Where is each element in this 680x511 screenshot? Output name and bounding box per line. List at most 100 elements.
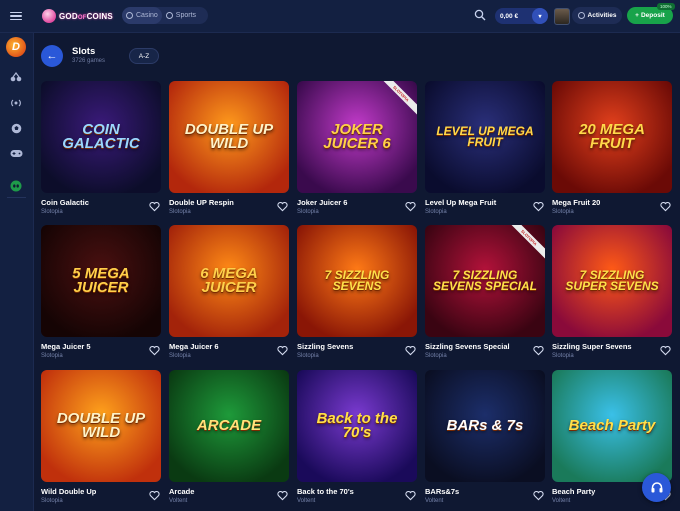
sidebar-logo[interactable]: D xyxy=(6,37,26,57)
logo-mascot-icon xyxy=(42,9,56,23)
game-card[interactable]: 7 SIZZLING SEVENS SPECIAL SLOTOPIA Sizzlin… xyxy=(425,225,545,365)
game-thumbnail[interactable]: 20 MEGA FRUIT xyxy=(552,81,672,193)
deposit-bonus-badge: 100% xyxy=(657,3,675,10)
game-art-title: 6 MEGA JUICER xyxy=(200,264,258,296)
game-name[interactable]: Coin Galactic xyxy=(41,198,89,207)
game-card[interactable]: 6 MEGA JUICER Mega Juicer 6 Slotopia xyxy=(169,225,289,365)
game-thumbnail[interactable]: Beach Party xyxy=(552,370,672,482)
slots-icon[interactable] xyxy=(9,70,23,84)
game-thumbnail[interactable]: ARCADE xyxy=(169,370,289,482)
headset-icon xyxy=(651,481,662,492)
favorite-heart-icon[interactable] xyxy=(149,201,160,212)
wallet-chevron-icon: ▾ xyxy=(532,8,548,24)
balance-amount: 0,00 € xyxy=(500,12,519,20)
game-name[interactable]: Wild Double Up xyxy=(41,487,96,496)
game-art-title: DOUBLE UP WILD xyxy=(184,120,274,152)
game-card[interactable]: DOUBLE UP WILD Double UP Respin Slotopia xyxy=(169,81,289,221)
alien-icon[interactable] xyxy=(9,179,23,193)
favorite-heart-icon[interactable] xyxy=(277,345,288,356)
favorite-heart-icon[interactable] xyxy=(405,490,416,501)
back-button[interactable]: ← xyxy=(41,45,63,67)
game-thumbnail[interactable]: 5 MEGA JUICER xyxy=(41,225,161,337)
game-name[interactable]: Sizzling Sevens Special xyxy=(425,342,510,351)
search-icon[interactable] xyxy=(474,9,486,21)
game-art-title: 7 SIZZLING SEVENS SPECIAL xyxy=(432,267,538,293)
favorite-heart-icon[interactable] xyxy=(149,490,160,501)
avatar[interactable] xyxy=(554,8,570,25)
favorite-heart-icon[interactable] xyxy=(149,345,160,356)
gamepad-icon[interactable] xyxy=(9,146,23,160)
game-thumbnail[interactable]: COIN GALACTIC xyxy=(41,81,161,193)
game-card[interactable]: DOUBLE UP WILD Wild Double Up Slotopia xyxy=(41,370,161,510)
game-name[interactable]: Sizzling Super Sevens xyxy=(552,342,632,351)
game-thumbnail[interactable]: DOUBLE UP WILD xyxy=(41,370,161,482)
game-name[interactable]: Sizzling Sevens xyxy=(297,342,353,351)
sort-az-button[interactable]: A-Z xyxy=(129,48,159,64)
game-card[interactable]: BARs & 7s BARs&7s Voltent xyxy=(425,370,545,510)
support-chat-button[interactable] xyxy=(642,473,671,502)
game-provider: Slotopia xyxy=(41,209,63,215)
game-thumbnail[interactable]: LEVEL UP MEGA FRUIT xyxy=(425,81,545,193)
site-logo[interactable]: GODOFCOINS xyxy=(42,7,113,25)
game-name[interactable]: Mega Fruit 20 xyxy=(552,198,600,207)
game-name[interactable]: Double UP Respin xyxy=(169,198,234,207)
game-art-title: BARs & 7s xyxy=(446,416,524,434)
balance-button[interactable]: 0,00 € ▾ xyxy=(495,8,548,24)
game-card[interactable]: 7 SIZZLING SEVENS Sizzling Sevens Slotopia xyxy=(297,225,417,365)
game-card[interactable]: 7 SIZZLING SUPER SEVENS Sizzling Super Se… xyxy=(552,225,672,365)
game-name[interactable]: Back to the 70's xyxy=(297,487,354,496)
favorite-heart-icon[interactable] xyxy=(533,201,544,212)
nav-casino[interactable]: Casino xyxy=(122,7,162,24)
game-art-title: COIN GALACTIC xyxy=(62,120,140,152)
game-card[interactable]: JOKER JUICER 6 SLOTOPIA Joker Juicer 6 Slot… xyxy=(297,81,417,221)
casino-icon xyxy=(126,12,133,19)
game-thumbnail[interactable]: 6 MEGA JUICER xyxy=(169,225,289,337)
game-name[interactable]: Beach Party xyxy=(552,487,595,496)
favorite-heart-icon[interactable] xyxy=(405,345,416,356)
game-thumbnail[interactable]: 7 SIZZLING SEVENS xyxy=(297,225,417,337)
arrow-left-icon: ← xyxy=(46,50,58,62)
football-icon[interactable] xyxy=(9,121,23,135)
game-card[interactable]: LEVEL UP MEGA FRUIT Level Up Mega Fruit Sl… xyxy=(425,81,545,221)
plus-icon: + xyxy=(635,12,639,19)
game-name[interactable]: Level Up Mega Fruit xyxy=(425,198,496,207)
activities-button[interactable]: Activities xyxy=(572,7,622,24)
game-card[interactable]: 20 MEGA FRUIT Mega Fruit 20 Slotopia xyxy=(552,81,672,221)
game-card[interactable]: COIN GALACTIC Coin Galactic Slotopia xyxy=(41,81,161,221)
game-name[interactable]: Mega Juicer 5 xyxy=(41,342,91,351)
game-provider: Slotopia xyxy=(41,498,63,504)
game-name[interactable]: Joker Juicer 6 xyxy=(297,198,347,207)
nav-sports-label: Sports xyxy=(175,12,197,19)
favorite-heart-icon[interactable] xyxy=(660,345,671,356)
game-name[interactable]: Arcade xyxy=(169,487,194,496)
game-provider: Slotopia xyxy=(552,353,574,359)
game-provider: Slotopia xyxy=(169,209,191,215)
game-art-title: 5 MEGA JUICER xyxy=(72,264,130,296)
game-thumbnail[interactable]: 7 SIZZLING SEVENS SPECIAL SLOTOPIA xyxy=(425,225,545,337)
game-thumbnail[interactable]: Back to the 70's xyxy=(297,370,417,482)
game-thumbnail[interactable]: DOUBLE UP WILD xyxy=(169,81,289,193)
game-card[interactable]: 5 MEGA JUICER Mega Juicer 5 Slotopia xyxy=(41,225,161,365)
game-name[interactable]: Mega Juicer 6 xyxy=(169,342,219,351)
provider-ribbon: SLOTOPIA xyxy=(505,225,545,265)
game-provider: Slotopia xyxy=(297,353,319,359)
game-name[interactable]: BARs&7s xyxy=(425,487,459,496)
favorite-heart-icon[interactable] xyxy=(533,345,544,356)
nav-sports[interactable]: Sports xyxy=(162,7,200,24)
favorite-heart-icon[interactable] xyxy=(277,490,288,501)
favorite-heart-icon[interactable] xyxy=(533,490,544,501)
menu-toggle-icon[interactable] xyxy=(10,9,22,23)
favorite-heart-icon[interactable] xyxy=(660,201,671,212)
game-thumbnail[interactable]: 7 SIZZLING SUPER SEVENS xyxy=(552,225,672,337)
game-provider: Voltent xyxy=(425,498,444,504)
favorite-heart-icon[interactable] xyxy=(405,201,416,212)
game-art-title: Back to the 70's xyxy=(316,409,398,441)
game-card[interactable]: Back to the 70's Back to the 70's Voltent xyxy=(297,370,417,510)
live-icon[interactable] xyxy=(9,96,23,110)
favorite-heart-icon[interactable] xyxy=(277,201,288,212)
game-thumbnail[interactable]: JOKER JUICER 6 SLOTOPIA xyxy=(297,81,417,193)
sports-icon xyxy=(165,12,173,19)
game-thumbnail[interactable]: BARs & 7s xyxy=(425,370,545,482)
game-card[interactable]: ARCADE Arcade Voltent xyxy=(169,370,289,510)
game-art-title: LEVEL UP MEGA FRUIT xyxy=(436,123,534,149)
